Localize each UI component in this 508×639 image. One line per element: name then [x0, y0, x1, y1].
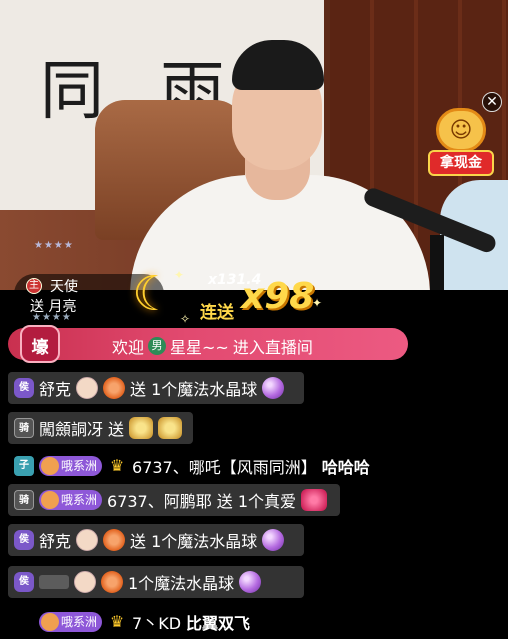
combo-multiplier: x98: [241, 276, 315, 317]
crystal-ball-icon: [262, 377, 285, 399]
chat-username[interactable]: 舒克: [39, 376, 71, 400]
welcome-suffix: 进入直播间: [232, 338, 313, 357]
baby-emoji-icon: [74, 571, 96, 593]
flower-badge-icon: [103, 377, 126, 399]
vip-badge: 壕: [18, 323, 62, 365]
combo-label: 连送: [200, 303, 234, 323]
chat-text: 送 1个魔法水晶球: [130, 380, 258, 399]
rose-gift-icon: [158, 417, 183, 439]
close-icon[interactable]: ✕: [482, 92, 502, 112]
rating-stars-secondary: ★★★★: [32, 312, 72, 323]
sparkle-icon: ✧: [180, 312, 191, 326]
chat-username[interactable]: [39, 575, 69, 589]
level-badge: 子: [14, 456, 34, 476]
sparkle-icon: ✦: [312, 296, 323, 310]
crystal-ball-icon: [239, 571, 262, 593]
chat-message[interactable]: 骑 闖顩詷冴 送: [8, 412, 193, 444]
chat-message[interactable]: 哦系洲 ♛ 7丶KD 比翼双飞: [8, 606, 308, 638]
chat-username[interactable]: 6737、阿鹏耶: [107, 488, 212, 512]
sparkle-icon: ✦: [174, 268, 185, 282]
chat-text: 比翼双飞: [186, 614, 251, 633]
promo-label: 拿现金: [428, 150, 494, 176]
crystal-ball-icon: [262, 529, 285, 551]
chat-text: 送 1个真爱: [216, 492, 297, 511]
level-badge: 侯: [14, 530, 34, 550]
flower-badge-icon: [103, 529, 126, 551]
lucky-cat-icon: ☺: [436, 108, 486, 152]
chat-username[interactable]: 闖顩詷冴: [39, 416, 103, 440]
welcome-message: 欢迎 男 星星~~ 进入直播间: [112, 334, 313, 358]
flower-badge-icon: [101, 571, 123, 593]
level-badge: 骑: [14, 418, 34, 438]
baby-emoji-icon: [76, 529, 99, 551]
chat-message[interactable]: 侯 舒克 送 1个魔法水晶球: [8, 372, 304, 404]
welcome-username[interactable]: 星星~~: [170, 334, 229, 358]
chat-username[interactable]: 7丶KD: [132, 610, 181, 634]
rating-stars: ★★★★: [34, 240, 74, 251]
chat-text: 哈哈哈: [321, 458, 370, 477]
welcome-prefix: 欢迎: [112, 338, 145, 357]
crescent-moon-icon: ☾: [132, 266, 176, 322]
fan-club-badge: 哦系洲: [39, 456, 103, 476]
chat-username[interactable]: 舒克: [39, 528, 71, 552]
fan-club-badge: 哦系洲: [39, 612, 103, 632]
microphone-stand: [430, 235, 444, 290]
gender-badge: 男: [148, 337, 167, 355]
heart-gift-icon: [301, 489, 328, 511]
sender-avatar[interactable]: 主: [26, 278, 42, 294]
chat-message[interactable]: 骑 哦系洲 6737、阿鹏耶 送 1个真爱: [8, 484, 340, 516]
crown-icon: ♛: [109, 456, 125, 475]
chat-text: 1个魔法水晶球: [128, 574, 235, 593]
chat-username[interactable]: 6737、哪吒【风雨同洲】: [132, 454, 317, 478]
chat-message[interactable]: 侯 舒克 送 1个魔法水晶球: [8, 524, 304, 556]
cash-promo-widget[interactable]: ☺ 拿现金: [426, 108, 496, 182]
vip-badge-label: 壕: [31, 338, 49, 358]
level-badge: 侯: [14, 378, 34, 398]
baby-emoji-icon: [76, 377, 99, 399]
chat-message[interactable]: 侯 1个魔法水晶球: [8, 566, 304, 598]
chat-message[interactable]: 子 哦系洲 ♛ 6737、哪吒【风雨同洲】 哈哈哈: [8, 450, 388, 482]
chat-text: 送 1个魔法水晶球: [130, 532, 258, 551]
crown-icon: ♛: [109, 612, 125, 631]
fan-club-badge: 哦系洲: [39, 490, 103, 510]
level-badge: 骑: [14, 490, 34, 510]
rose-gift-icon: [129, 417, 154, 439]
level-badge: 侯: [14, 572, 34, 592]
chat-text: 送: [108, 420, 125, 439]
gift-sender-name: 天使: [50, 279, 78, 295]
